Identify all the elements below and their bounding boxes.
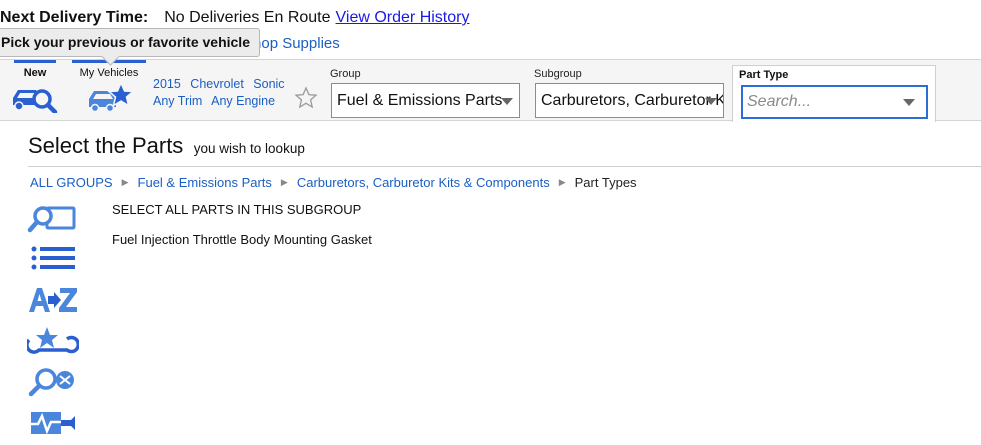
divider xyxy=(28,166,981,167)
page-subtitle-text: you wish to lookup xyxy=(193,141,305,156)
vehicle-tooltip: Pick your previous or favorite vehicle xyxy=(0,28,260,57)
breadcrumb: ALL GROUPS ▶ Fuel & Emissions Parts ▶ Ca… xyxy=(30,175,637,190)
delivery-status: Next Delivery Time: No Deliveries En Rou… xyxy=(0,7,469,29)
search-parts-icon[interactable] xyxy=(27,367,79,397)
delivery-label: Next Delivery Time: xyxy=(0,9,149,26)
a-to-z-icon[interactable] xyxy=(27,285,79,315)
subgroup-select[interactable]: Carburetors, Carburetor Kits & Component… xyxy=(535,83,724,118)
diagnostics-icon[interactable] xyxy=(27,408,79,438)
page-title: Select the Parts you wish to lookup xyxy=(28,133,305,159)
part-type-label: Part Type xyxy=(739,69,789,81)
group-label: Group xyxy=(330,68,361,80)
breadcrumb-current: Part Types xyxy=(574,175,637,190)
breadcrumb-subgroup[interactable]: Carburetors, Carburetor Kits & Component… xyxy=(297,175,550,190)
favorites-tools-icon[interactable] xyxy=(27,326,79,356)
group-select[interactable]: Fuel & Emissions Parts xyxy=(331,83,520,118)
vehicle-engine[interactable]: Any Engine xyxy=(211,94,275,108)
part-type-search-input[interactable] xyxy=(741,85,928,119)
vehicle-trim[interactable]: Any Trim xyxy=(153,94,202,108)
list-icon[interactable] xyxy=(27,244,79,274)
new-vehicle-label: New xyxy=(23,67,47,79)
vehicle-year[interactable]: 2015 xyxy=(153,77,181,91)
vehicle-make[interactable]: Chevrolet xyxy=(190,77,244,91)
my-vehicles-button[interactable]: My Vehicles xyxy=(72,60,146,120)
breadcrumb-group[interactable]: Fuel & Emissions Parts xyxy=(138,175,272,190)
breadcrumb-separator-icon: ▶ xyxy=(558,177,566,187)
chevron-down-icon xyxy=(705,98,717,105)
breadcrumb-separator-icon: ▶ xyxy=(121,177,129,187)
parts-list: SELECT ALL PARTS IN THIS SUBGROUP Fuel I… xyxy=(112,202,372,262)
car-search-icon xyxy=(13,89,58,113)
subgroup-label: Subgroup xyxy=(534,68,582,80)
breadcrumb-all-groups[interactable]: ALL GROUPS xyxy=(30,175,113,190)
list-item[interactable]: Fuel Injection Throttle Body Mounting Ga… xyxy=(112,232,372,262)
breadcrumb-separator-icon: ▶ xyxy=(280,177,288,187)
view-order-history-link[interactable]: View Order History xyxy=(336,9,470,27)
lookup-icon[interactable] xyxy=(27,203,79,233)
car-star-icon xyxy=(89,81,135,113)
select-all-parts-link[interactable]: SELECT ALL PARTS IN THIS SUBGROUP xyxy=(112,202,372,232)
page-title-text: Select the Parts xyxy=(28,133,184,158)
delivery-value: No Deliveries En Route xyxy=(164,9,331,26)
vehicle-model[interactable]: Sonic xyxy=(253,77,284,91)
view-mode-toolbar xyxy=(27,203,79,445)
new-vehicle-button[interactable]: New xyxy=(6,60,64,120)
selected-vehicle: 2015 Chevrolet Sonic Any Trim Any Engine xyxy=(153,76,291,110)
chevron-down-icon xyxy=(501,98,513,105)
subgroup-select-value: Carburetors, Carburetor Kits & Component… xyxy=(541,92,723,109)
subgroup-select-wrapper: Subgroup Carburetors, Carburetor Kits & … xyxy=(531,68,726,120)
vehicle-toolbar: New My Vehicles 2015 Chevrolet Sonic Any… xyxy=(0,59,981,122)
group-select-wrapper: Group Fuel & Emissions Parts xyxy=(327,68,522,120)
favorite-star-icon[interactable] xyxy=(294,86,318,110)
my-vehicles-label: My Vehicles xyxy=(79,67,139,79)
group-select-value: Fuel & Emissions Parts xyxy=(337,92,503,109)
part-type-panel: Part Type xyxy=(732,65,936,122)
